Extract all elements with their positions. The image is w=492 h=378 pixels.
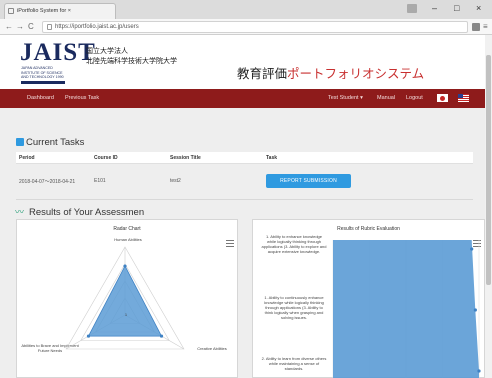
rubric-data-point xyxy=(473,308,477,312)
rubric-chart xyxy=(332,240,481,378)
tasks-table-header: Period Course ID Session Title Task xyxy=(16,152,473,164)
radar-data-point xyxy=(159,334,164,338)
radar-data-area xyxy=(87,265,163,337)
task-period: 2018-04-07〜2018-04-21 xyxy=(19,179,76,185)
trend-icon: 〰 xyxy=(15,207,25,217)
logo-subtitle: JAPAN ADVANCED INSTITUTE OF SCIENCE AND … xyxy=(21,66,64,80)
column-header-session-title: Session Title xyxy=(170,155,201,161)
system-title-accent: ポートフォリオシステム xyxy=(287,67,425,81)
rubric-data-point xyxy=(477,369,481,373)
radar-data-point xyxy=(86,334,91,338)
institution-name-line1: 国立大学法人 xyxy=(86,48,128,55)
minimize-button[interactable]: – xyxy=(432,2,437,14)
system-title-prefix: 教育評価 xyxy=(237,67,288,81)
checkbox-icon xyxy=(16,138,24,146)
us-flag-icon[interactable] xyxy=(458,94,469,102)
nav-logout[interactable]: Logout xyxy=(406,95,423,101)
nav-previous-task[interactable]: Previous Task xyxy=(65,95,99,101)
browser-toolbar: ← → C https://iportfolio.jaist.ac.jp/use… xyxy=(0,19,492,35)
results-title: Results of Your Assessmen xyxy=(29,207,145,218)
extension-icon[interactable] xyxy=(472,23,480,31)
forward-arrow-icon[interactable]: → xyxy=(16,22,24,32)
system-title: 教育評価ポートフォリオシステム xyxy=(237,63,424,82)
address-bar[interactable]: https://iportfolio.jaist.ac.jp/users xyxy=(42,21,468,33)
radar-center-label: 1 xyxy=(124,312,128,317)
rubric-area xyxy=(333,240,479,378)
rubric-data-point xyxy=(470,247,474,251)
column-header-task: Task xyxy=(266,155,278,161)
radar-chart-panel: Radar Chart Human Abilities Creative Abi… xyxy=(16,219,238,378)
page-scrollbar[interactable] xyxy=(485,35,492,378)
url-text: https://iportfolio.jaist.ac.jp/users xyxy=(55,24,139,30)
nav-user-menu[interactable]: Test Student ▾ xyxy=(328,95,363,101)
site-header: JAIST JAPAN ADVANCED INSTITUTE OF SCIENC… xyxy=(0,35,492,89)
lock-icon xyxy=(47,24,52,30)
browser-tabstrip: iPortfolio System for × – □ × xyxy=(0,0,492,19)
radar-chart xyxy=(65,246,185,350)
table-row: 2018-04-07〜2018-04-21 E101 test2 REPORT … xyxy=(16,164,473,200)
japanese-flag-icon[interactable] xyxy=(437,94,448,102)
tab-title: iPortfolio System for × xyxy=(17,8,71,14)
close-window-button[interactable]: × xyxy=(476,2,481,14)
user-profile-icon[interactable] xyxy=(407,4,417,13)
column-header-course-id: Course ID xyxy=(94,155,118,161)
browser-tab[interactable]: iPortfolio System for × xyxy=(4,3,116,19)
current-tasks-title: Current Tasks xyxy=(26,137,85,148)
task-session-title: test2 xyxy=(170,178,181,184)
jaist-logo[interactable]: JAIST xyxy=(20,40,96,66)
maximize-button[interactable]: □ xyxy=(454,2,459,14)
browser-menu-icon[interactable]: ≡ xyxy=(483,22,488,32)
rubric-evaluation-panel: Results of Rubric Evaluation 1. Ability … xyxy=(252,219,485,378)
report-submission-button[interactable]: REPORT SUBMISSION xyxy=(266,174,351,188)
radar-data-point xyxy=(123,264,127,268)
institution-name-line2: 北陸先端科学技術大学院大学 xyxy=(86,58,177,65)
nav-manual[interactable]: Manual xyxy=(377,95,395,101)
logo-stripe xyxy=(21,81,65,84)
page-favicon-icon xyxy=(8,8,14,14)
nav-dashboard[interactable]: Dashboard xyxy=(27,95,54,101)
column-header-period: Period xyxy=(19,155,35,161)
main-navbar: Dashboard Previous Task Test Student ▾ M… xyxy=(0,89,492,108)
back-arrow-icon[interactable]: ← xyxy=(5,22,13,32)
scrollbar-thumb[interactable] xyxy=(486,55,491,285)
task-course-id: E101 xyxy=(94,178,106,184)
reload-icon[interactable]: C xyxy=(28,22,34,32)
